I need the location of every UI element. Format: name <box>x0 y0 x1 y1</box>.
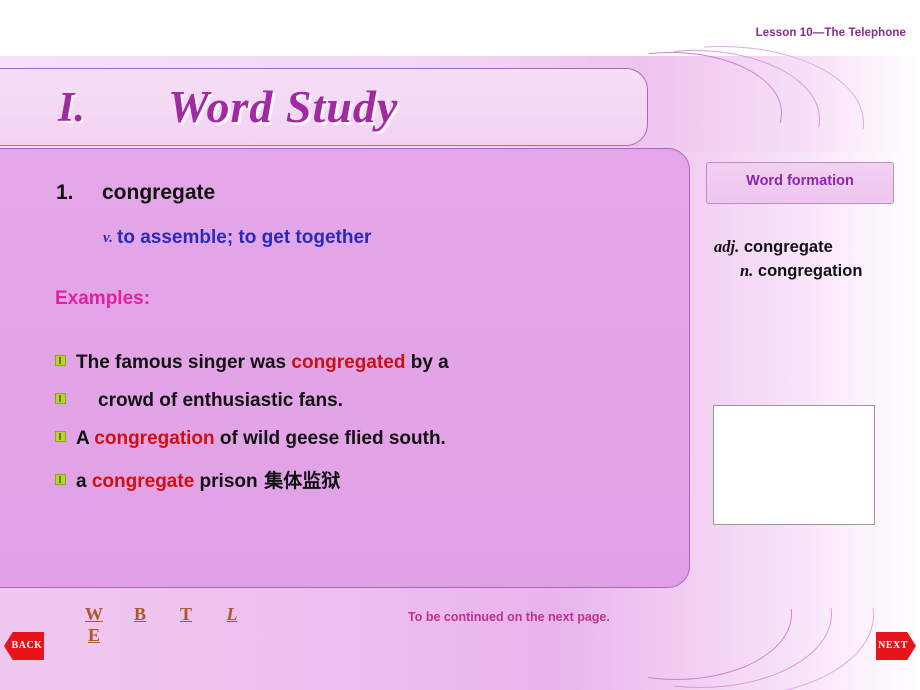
example-row: crowd of enthusiastic fans. <box>55 390 645 428</box>
example-fragment: of wild geese flied south. <box>214 428 446 449</box>
footer-letter-nav[interactable]: W B T L E <box>78 604 298 646</box>
word-formation-pos-1: adj. <box>714 237 740 256</box>
example-text: A congregation of wild geese flied south… <box>76 428 446 449</box>
media-placeholder-box <box>713 405 875 525</box>
example-row: A congregation of wild geese flied south… <box>55 428 645 466</box>
example-keyword: congregate <box>91 471 195 492</box>
entry-definition: to assemble; to get together <box>117 227 372 248</box>
footer-note: To be continued on the next page. <box>408 610 610 624</box>
footer-nav-letter-l[interactable]: L <box>216 604 248 625</box>
entry-headword: congregate <box>102 181 216 204</box>
example-text: a congregate prison 集体监狱 <box>76 470 341 492</box>
footer-nav-letter-e[interactable]: E <box>78 625 110 646</box>
example-fragment: A <box>76 428 95 449</box>
footer-nav-letter-w[interactable]: W <box>78 604 110 625</box>
section-numeral: I. <box>58 85 85 131</box>
word-formation-line-2: n. congregation <box>740 261 862 281</box>
example-fragment: prison <box>194 471 258 492</box>
page-title: Word Study <box>168 81 399 132</box>
example-fragment: by a <box>405 352 449 373</box>
footer-nav-letter-b[interactable]: B <box>124 604 156 625</box>
slide: Lesson 10—The Telephone I. Word Study 1.… <box>0 0 920 690</box>
example-row: a congregate prison 集体监狱 <box>55 466 645 504</box>
example-keyword: congregated <box>291 352 406 373</box>
word-formation-word-1: congregate <box>743 238 833 256</box>
word-formation-line-1: adj. congregate <box>714 237 833 257</box>
example-text: crowd of enthusiastic fans. <box>76 390 343 411</box>
word-formation-word-2: congregation <box>757 262 863 280</box>
example-translation: 集体监狱 <box>257 470 341 492</box>
lesson-label: Lesson 10—The Telephone <box>755 27 906 39</box>
example-keyword: congregation <box>94 428 215 449</box>
word-formation-title: Word formation <box>746 173 854 189</box>
examples-label: Examples: <box>55 288 151 309</box>
bullet-icon <box>55 474 66 485</box>
example-row: The famous singer was congregated by a <box>55 352 645 390</box>
bullet-icon <box>55 355 66 366</box>
bullet-icon <box>55 431 66 442</box>
example-fragment: crowd of enthusiastic fans. <box>98 390 343 411</box>
example-fragment: The famous singer was <box>76 352 292 373</box>
footer-nav-letter-t[interactable]: T <box>170 604 202 625</box>
entry-number: 1. <box>56 181 74 204</box>
example-text: The famous singer was congregated by a <box>76 352 449 373</box>
bullet-icon <box>55 393 66 404</box>
example-fragment: a <box>76 471 92 492</box>
examples-list: The famous singer was congregated by a cr… <box>55 352 645 504</box>
word-formation-pos-2: n. <box>740 261 754 280</box>
entry-part-of-speech: v. <box>103 230 113 246</box>
